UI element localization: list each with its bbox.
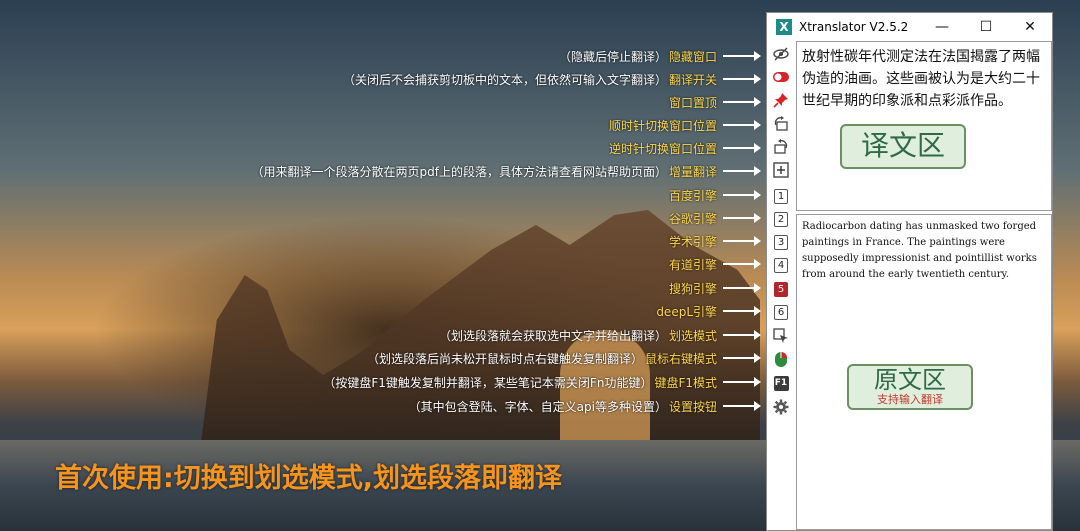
source-text: Radiocarbon dating has unmasked two forg… <box>802 221 1037 280</box>
label-f1-mode: （按键盘F1键触发复制并翻译，某些笔记本需关闭Fn功能键） 键盘F1模式 <box>323 372 761 392</box>
label-engine-youdao: 有道引擎 <box>667 254 761 274</box>
minimize-button[interactable]: — <box>920 13 964 41</box>
label-select-mode: （划选段落就会获取选中文字并给出翻译） 划选模式 <box>439 325 761 345</box>
mouse-icon[interactable] <box>772 350 790 368</box>
arrow-icon <box>723 330 761 340</box>
annotation-labels: （隐藏后停止翻译） 隐藏窗口 （关闭后不会捕获剪切板中的文本，但依然可输入文字翻译… <box>0 0 765 531</box>
label-right-click-mode: （划选段落后尚未松开鼠标时点右键触发复制翻译） 鼠标右键模式 <box>367 348 761 368</box>
arrow-icon <box>723 283 761 293</box>
side-toolbar: 1 2 3 4 5 6 F1 <box>767 41 795 530</box>
arrow-icon <box>723 259 761 269</box>
first-use-banner: 首次使用:切换到划选模式,划选段落即翻译 <box>55 463 563 494</box>
label-translate-toggle: （关闭后不会捕获剪切板中的文本，但依然可输入文字翻译） 翻译开关 <box>343 69 761 89</box>
f1-key-icon[interactable]: F1 <box>772 374 790 392</box>
arrow-icon <box>723 97 761 107</box>
label-always-on-top: 窗口置顶 <box>667 92 761 112</box>
arrow-icon <box>723 51 761 61</box>
engine-button-5[interactable]: 5 <box>772 280 790 298</box>
translation-text: 放射性碳年代测定法在法国揭露了两幅伪造的油画。这些画被认为是大约二十世纪早期的印… <box>802 49 1040 109</box>
window-title: Xtranslator V2.5.2 <box>799 20 909 34</box>
translation-area[interactable]: 放射性碳年代测定法在法国揭露了两幅伪造的油画。这些画被认为是大约二十世纪早期的印… <box>796 41 1052 211</box>
source-zone-label: 原文区 支持输入翻译 <box>847 364 973 410</box>
label-engine-google: 谷歌引擎 <box>667 208 761 228</box>
arrow-icon <box>723 401 761 411</box>
engine-button-2[interactable]: 2 <box>772 210 790 228</box>
engine-button-3[interactable]: 3 <box>772 233 790 251</box>
arrow-icon <box>723 166 761 176</box>
maximize-button[interactable]: ☐ <box>964 13 1008 41</box>
eye-slash-icon[interactable] <box>772 45 790 63</box>
app-logo-icon: X <box>776 19 792 35</box>
label-rotate-ccw: 逆时针切换窗口位置 <box>607 138 761 158</box>
label-settings: （其中包含登陆、字体、自定义api等多种设置） 设置按钮 <box>409 396 761 416</box>
select-cursor-icon[interactable] <box>772 327 790 345</box>
close-button[interactable]: ✕ <box>1008 13 1052 41</box>
engine-button-1[interactable]: 1 <box>772 187 790 205</box>
label-engine-deepl: deepL引擎 <box>654 301 761 321</box>
source-text-area[interactable]: Radiocarbon dating has unmasked two forg… <box>796 214 1052 530</box>
arrow-icon <box>723 306 761 316</box>
label-rotate-cw: 顺时针切换窗口位置 <box>607 115 761 135</box>
arrow-icon <box>723 120 761 130</box>
pin-icon[interactable] <box>772 91 790 109</box>
engine-button-4[interactable]: 4 <box>772 256 790 274</box>
toggle-icon[interactable] <box>772 68 790 86</box>
gear-icon[interactable] <box>772 398 790 416</box>
arrow-icon <box>723 353 761 363</box>
arrow-icon <box>723 236 761 246</box>
rotate-counterclockwise-icon[interactable] <box>772 137 790 155</box>
translation-zone-label: 译文区 <box>840 124 966 169</box>
label-hide-window: （隐藏后停止翻译） 隐藏窗口 <box>559 46 761 66</box>
rotate-clockwise-icon[interactable] <box>772 114 790 132</box>
label-engine-sogou: 搜狗引擎 <box>667 278 761 298</box>
arrow-icon <box>723 190 761 200</box>
arrow-icon <box>723 74 761 84</box>
title-bar[interactable]: X Xtranslator V2.5.2 — ☐ ✕ <box>767 13 1052 41</box>
arrow-icon <box>723 377 761 387</box>
plus-square-icon[interactable] <box>772 161 790 179</box>
label-incremental: （用来翻译一个段落分散在两页pdf上的段落，具体方法请查看网站帮助页面） 增量翻译 <box>252 161 761 181</box>
xtranslator-window: X Xtranslator V2.5.2 — ☐ ✕ 1 2 3 4 5 6 F… <box>766 12 1053 531</box>
arrow-icon <box>723 143 761 153</box>
label-engine-baidu: 百度引擎 <box>667 185 761 205</box>
engine-button-6[interactable]: 6 <box>772 303 790 321</box>
label-engine-academic: 学术引擎 <box>667 231 761 251</box>
arrow-icon <box>723 213 761 223</box>
